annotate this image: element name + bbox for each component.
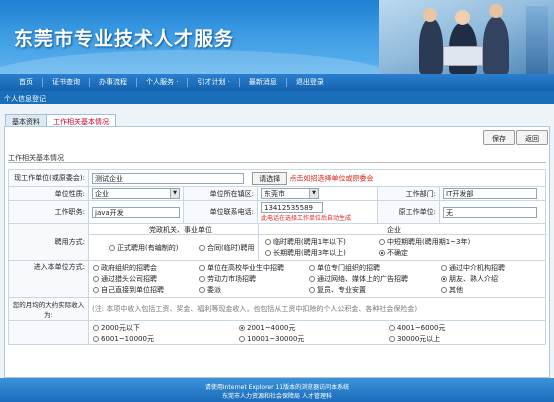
hire-option-temp[interactable]: 临时聘用(聘用1年以下) <box>265 237 346 247</box>
footer-line-1: 请使用Internet Explorer 11版本的浏览器访问本系统 <box>204 384 350 391</box>
hire-group-enterprise: 企业 <box>387 226 401 234</box>
entry-option-6[interactable]: 劳动力市场招聘 <box>199 274 256 284</box>
banner-photo <box>379 0 554 74</box>
footer: 请使用Internet Explorer 11版本的浏览器访问本系统 东莞市人力… <box>0 378 554 402</box>
radio-icon <box>93 325 99 331</box>
radio-icon <box>441 265 447 271</box>
phone-input[interactable]: 13412535589 <box>261 202 323 213</box>
radio-icon <box>93 287 99 293</box>
choose-employer-button[interactable]: 请选择 <box>252 171 288 185</box>
radio-icon <box>265 239 271 245</box>
hire-label: 聘用方式: <box>8 223 89 261</box>
section-divider <box>8 162 546 163</box>
unit-nature-label: 单位性质: <box>8 186 89 201</box>
nav-logout[interactable]: 退出登录 <box>287 78 333 87</box>
chevron-down-icon: ▼ <box>170 189 179 198</box>
radio-icon <box>199 276 205 282</box>
hire-group-gov: 党政机关、事业单位 <box>149 226 212 234</box>
nav-talent-plan[interactable]: 引才计划 · <box>188 78 240 87</box>
orig-unit-label: 原工作单位: <box>377 200 440 224</box>
radio-icon <box>389 325 395 331</box>
employer-label: 现工作单位(或原委会): <box>8 169 89 187</box>
unit-area-label: 单位所在镇区: <box>183 186 258 201</box>
entry-option-2[interactable]: 单位在高校毕业生中招聘 <box>199 263 284 273</box>
entry-option-11[interactable]: 复员、专业安置 <box>309 285 366 295</box>
tab-work-info[interactable]: 工作相关基本情况 <box>46 114 116 126</box>
radio-icon <box>389 336 395 342</box>
nav-process[interactable]: 办事流程 <box>90 78 137 87</box>
hire-option-medium[interactable]: 中短期聘用(聘用期1~3年) <box>379 237 470 247</box>
radio-icon <box>239 336 245 342</box>
income-option-2[interactable]: 2001~4000元 <box>239 323 296 333</box>
hire-option-long[interactable]: 长期聘用(聘用3年以上) <box>265 248 346 258</box>
radio-icon <box>379 239 385 245</box>
work-info-form: 现工作单位(或原委会): 测试企业 请选择 点击如招选择单位或原委会 单位性质:… <box>8 169 547 345</box>
entry-option-8[interactable]: 朋友、熟人介绍 <box>441 274 498 284</box>
radio-selected-icon <box>441 276 447 282</box>
radio-icon <box>309 265 315 271</box>
entry-option-9[interactable]: 自己直接到单位招聘 <box>93 285 164 295</box>
radio-icon <box>309 276 315 282</box>
chevron-down-icon: ▼ <box>309 189 318 198</box>
radio-icon <box>199 287 205 293</box>
header-banner: 东莞市专业技术人才服务 <box>0 0 554 74</box>
entry-label: 进入本单位方式: <box>8 260 89 298</box>
footer-line-2: 东莞市人力资源和社会保障局 人才管理科 <box>222 393 332 400</box>
hire-option-contract[interactable]: 合同(临时)聘用 <box>199 243 254 253</box>
tab-basic-info[interactable]: 基本资料 <box>5 114 47 126</box>
income-label: 您的月均的大约实际收入为: <box>8 297 89 321</box>
radio-selected-icon <box>239 325 245 331</box>
phone-label: 单位联系电话: <box>183 200 258 224</box>
hire-option-uncertain[interactable]: 不确定 <box>379 248 408 258</box>
entry-option-1[interactable]: 政府组织的招聘会 <box>93 263 157 273</box>
nav-home[interactable]: 首页 <box>10 78 43 87</box>
radio-icon <box>93 336 99 342</box>
hire-option-formal[interactable]: 正式聘用(有编制的) <box>109 243 178 253</box>
department-label: 工作部门: <box>377 186 440 201</box>
radio-icon <box>93 265 99 271</box>
banner-wave <box>0 50 400 74</box>
entry-option-7[interactable]: 通过网络、媒体上的广告招聘 <box>309 274 408 284</box>
entry-option-12[interactable]: 其他 <box>441 285 463 295</box>
income-option-5[interactable]: 10001~30000元 <box>239 334 304 344</box>
radio-icon <box>309 287 315 293</box>
radio-icon <box>199 245 205 251</box>
income-spacer <box>8 320 89 345</box>
choose-hint: 点击如招选择单位或原委会 <box>289 174 374 182</box>
phone-hint: 此电话在选择工作单位后自动生成 <box>261 215 352 222</box>
income-option-4[interactable]: 6001~10000元 <box>93 334 154 344</box>
radio-icon <box>441 287 447 293</box>
department-input[interactable]: IT开发部 <box>443 188 537 199</box>
income-option-6[interactable]: 30000元以上 <box>389 334 440 344</box>
position-label: 工作职务: <box>8 200 89 224</box>
back-button[interactable]: 返回 <box>516 130 548 145</box>
entry-option-5[interactable]: 通过猎头公司招聘 <box>93 274 157 284</box>
nav-news[interactable]: 最新消息 <box>240 78 287 87</box>
site-title: 东莞市专业技术人才服务 <box>14 28 235 50</box>
income-option-1[interactable]: 2000元以下 <box>93 323 140 333</box>
save-button[interactable]: 保存 <box>483 130 515 145</box>
nav-certificate-query[interactable]: 证书查询 <box>43 78 90 87</box>
radio-icon <box>265 250 271 256</box>
radio-icon <box>109 245 115 251</box>
radio-icon <box>93 276 99 282</box>
income-note: (注: 本项中收入包括工资、奖金、福利等现金收入，也包括从工资中扣除的个人公积金… <box>88 297 546 321</box>
unit-nature-select[interactable]: 企业 ▼ <box>92 188 180 199</box>
main-nav: 首页 证书查询 办事流程 个人服务 · 引才计划 · 最新消息 退出登录 <box>0 74 554 91</box>
tab-bar: 基本资料 工作相关基本情况 <box>0 104 554 126</box>
orig-unit-input[interactable]: 无 <box>443 206 537 218</box>
radio-selected-icon <box>379 250 385 256</box>
entry-option-4[interactable]: 通过中介机构招聘 <box>441 263 505 273</box>
income-option-3[interactable]: 4001~6000元 <box>389 323 446 333</box>
nav-personal-service[interactable]: 个人服务 · <box>137 78 189 87</box>
unit-area-select[interactable]: 东莞市 ▼ <box>261 188 319 199</box>
entry-option-3[interactable]: 单位专门组织的招聘 <box>309 263 380 273</box>
entry-option-10[interactable]: 委派 <box>199 285 221 295</box>
position-input[interactable]: java开发 <box>92 206 180 218</box>
radio-icon <box>199 265 205 271</box>
employer-input[interactable]: 测试企业 <box>92 172 244 184</box>
breadcrumb: 个人信息登记 <box>0 91 554 104</box>
